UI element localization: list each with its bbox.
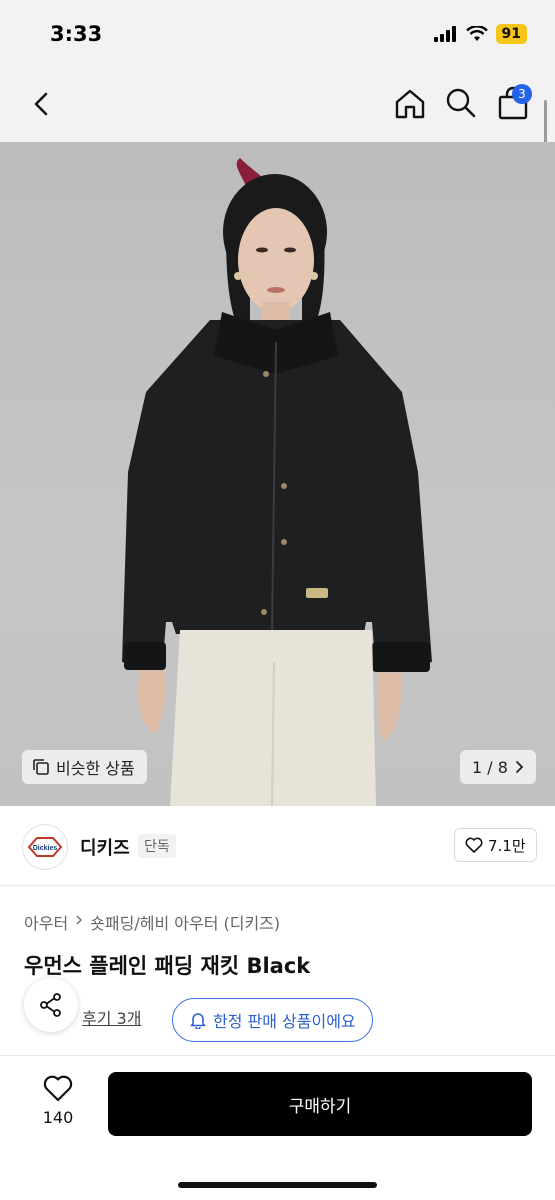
heart-icon <box>465 837 483 853</box>
signal-icon <box>433 26 456 42</box>
bell-icon <box>190 1013 206 1029</box>
battery-indicator: 91 <box>495 24 527 44</box>
chevron-right-icon <box>516 761 524 773</box>
home-icon[interactable] <box>392 86 428 122</box>
wifi-icon <box>465 26 488 41</box>
brand-name[interactable]: 디키즈 <box>80 834 130 860</box>
limited-sale-label: 한정 판매 상품이에요 <box>213 1012 356 1031</box>
brand-like-button[interactable]: 7.1만 <box>454 828 537 862</box>
product-title: 우먼스 플레인 패딩 재킷 Black <box>24 954 311 978</box>
svg-text:Dickies: Dickies <box>33 845 58 852</box>
similar-products-button[interactable]: 비슷한 상품 <box>22 750 147 784</box>
brand-like-count: 7.1만 <box>488 836 526 855</box>
back-icon[interactable] <box>26 88 58 120</box>
top-nav-bar <box>0 70 555 142</box>
share-button[interactable] <box>24 978 78 1032</box>
cart-count-badge: 3 <box>512 84 532 104</box>
image-page-indicator[interactable]: 1 / 8 <box>460 750 536 784</box>
dickies-logo-icon: Dickies <box>27 837 63 857</box>
status-bar: 3:33 91 <box>0 0 555 70</box>
reviews-link[interactable]: 후기 3개 <box>82 1005 141 1029</box>
page-indicator-text: 1 / 8 <box>472 757 508 777</box>
brand-logo[interactable]: Dickies <box>22 824 68 870</box>
wishlist-count: 140 <box>42 1108 74 1127</box>
share-icon <box>40 993 61 1017</box>
search-icon[interactable] <box>444 86 478 120</box>
copy-icon <box>33 759 49 775</box>
heart-icon <box>43 1075 73 1102</box>
brand-row: Dickies 디키즈 단독 7.1만 <box>0 806 555 886</box>
chevron-right-icon <box>76 915 83 925</box>
wishlist-button[interactable]: 140 <box>26 1074 90 1127</box>
product-photo <box>122 158 432 806</box>
buy-button[interactable]: 구매하기 <box>108 1072 532 1136</box>
product-image[interactable] <box>0 142 555 806</box>
breadcrumb-category[interactable]: 아우터 <box>24 910 68 934</box>
limited-sale-badge[interactable]: 한정 판매 상품이에요 <box>172 998 373 1042</box>
status-time: 3:33 <box>50 22 103 46</box>
similar-products-label: 비슷한 상품 <box>56 759 135 778</box>
status-icons: 91 <box>433 24 527 44</box>
bottom-action-bar: 140 구매하기 <box>0 1055 555 1200</box>
breadcrumb: 아우터 숏패딩/헤비 아우터 (디키즈) <box>24 910 280 934</box>
breadcrumb-subcategory[interactable]: 숏패딩/헤비 아우터 (디키즈) <box>90 910 280 934</box>
exclusive-tag: 단독 <box>138 834 176 858</box>
home-indicator <box>178 1182 377 1188</box>
